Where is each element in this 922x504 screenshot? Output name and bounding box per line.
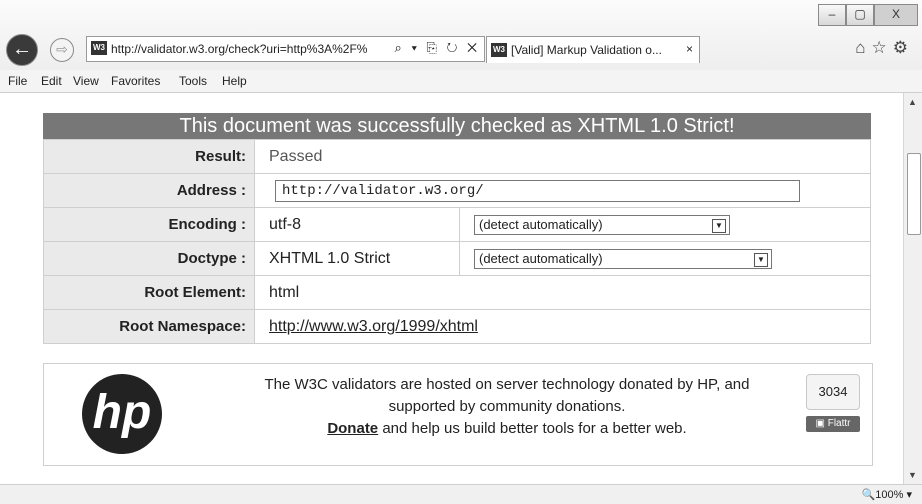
donate-link[interactable]: Donate (327, 420, 378, 437)
address-url[interactable]: http://validator.w3.org/check?uri=http%3… (111, 42, 367, 56)
root-element-value: html (254, 275, 871, 310)
flattr-widget[interactable]: 3034 ▣ Flattr (806, 374, 860, 450)
doctype-select-value: (detect automatically) (479, 250, 603, 266)
encoding-value: utf-8 (254, 207, 460, 242)
scroll-up-icon[interactable]: ▲ (908, 97, 917, 107)
tab-title: [Valid] Markup Validation o... (511, 43, 662, 57)
doctype-select-cell: (detect automatically) ▼ (459, 241, 871, 276)
table-row: Root Element: html (43, 275, 871, 310)
scrollbar-thumb[interactable] (907, 153, 921, 235)
encoding-select-cell: (detect automatically) ▼ (459, 207, 871, 242)
home-icon[interactable]: ⌂ (855, 38, 871, 57)
table-row: Doctype : XHTML 1.0 Strict (detect autom… (43, 241, 871, 276)
address-bar-icons[interactable]: ⌕ ▾ ⎘ ↻ ✕ (395, 40, 480, 56)
maximize-button[interactable]: ▢ (846, 4, 874, 26)
zoom-control[interactable]: 🔍100% ▾ (862, 488, 912, 501)
menu-file[interactable]: File (8, 74, 27, 88)
results-table: Result: Passed Address : http://validato… (43, 139, 871, 344)
vertical-scrollbar[interactable]: ▲ ▼ (903, 93, 922, 484)
root-namespace-cell: http://www.w3.org/1999/xhtml (254, 309, 871, 344)
address-label: Address : (43, 173, 255, 208)
doctype-value: XHTML 1.0 Strict (254, 241, 460, 276)
chevron-down-icon[interactable]: ▼ (712, 218, 726, 233)
menu-view[interactable]: View (73, 74, 99, 88)
doctype-label: Doctype : (43, 241, 255, 276)
forward-button[interactable]: ⇨ (50, 38, 74, 62)
success-banner: This document was successfully checked a… (43, 113, 871, 139)
status-bar: 🔍100% ▾ (0, 484, 922, 504)
minimize-button[interactable]: – (818, 4, 846, 26)
close-tab-icon[interactable]: × (686, 42, 693, 56)
flattr-label: Flattr (827, 418, 851, 429)
close-window-button[interactable]: X (874, 4, 918, 26)
address-cell: http://validator.w3.org/ (254, 173, 871, 208)
settings-gear-icon[interactable]: ⚙ (893, 38, 914, 57)
menu-tools[interactable]: Tools (179, 74, 207, 88)
encoding-select[interactable]: (detect automatically) ▼ (474, 214, 730, 235)
sponsor-line-2: supported by community donations. (388, 398, 626, 415)
table-row: Encoding : utf-8 (detect automatically) … (43, 207, 871, 242)
root-namespace-label: Root Namespace: (43, 309, 255, 344)
sponsor-line-3: Donate and help us build better tools fo… (222, 418, 792, 440)
result-value: Passed (254, 139, 871, 174)
root-element-label: Root Element: (43, 275, 255, 310)
address-input[interactable]: http://validator.w3.org/ (275, 179, 800, 202)
tab-validator[interactable]: W3 [Valid] Markup Validation o... × (486, 36, 700, 63)
result-label: Result: (43, 139, 255, 174)
hp-logo[interactable]: hp (82, 374, 162, 454)
sponsor-box: hp The W3C validators are hosted on serv… (43, 363, 873, 466)
menu-favorites[interactable]: Favorites (111, 74, 160, 88)
doctype-select[interactable]: (detect automatically) ▼ (474, 248, 772, 269)
root-namespace-link[interactable]: http://www.w3.org/1999/xhtml (269, 318, 478, 335)
tab-favicon-icon: W3 (491, 43, 507, 57)
address-bar[interactable]: W3 http://validator.w3.org/check?uri=htt… (86, 36, 485, 62)
menu-edit[interactable]: Edit (41, 74, 62, 88)
favorites-star-icon[interactable]: ☆ (872, 38, 893, 57)
flattr-button[interactable]: ▣ Flattr (806, 416, 860, 432)
menu-help[interactable]: Help (222, 74, 247, 88)
table-row: Result: Passed (43, 139, 871, 174)
menu-bar: File Edit View Favorites Tools Help (0, 70, 922, 93)
table-row: Root Namespace: http://www.w3.org/1999/x… (43, 309, 871, 344)
flattr-count: 3034 (806, 374, 860, 410)
sponsor-line-1: The W3C validators are hosted on server … (264, 376, 750, 393)
browser-chrome: – ▢ X ← ⇨ W3 http://validator.w3.org/che… (0, 0, 922, 70)
back-button[interactable]: ← (6, 34, 38, 66)
scroll-down-icon[interactable]: ▼ (908, 470, 917, 480)
sponsor-text: The W3C validators are hosted on server … (222, 374, 792, 440)
chevron-down-icon[interactable]: ▼ (754, 252, 768, 267)
sponsor-line-3-text: and help us build better tools for a bet… (378, 420, 687, 437)
table-row: Address : http://validator.w3.org/ (43, 173, 871, 208)
encoding-label: Encoding : (43, 207, 255, 242)
browser-toolbar-icons: ⌂☆⚙ (855, 38, 914, 58)
encoding-select-value: (detect automatically) (479, 216, 603, 232)
w3c-favicon-icon: W3 (91, 41, 107, 55)
